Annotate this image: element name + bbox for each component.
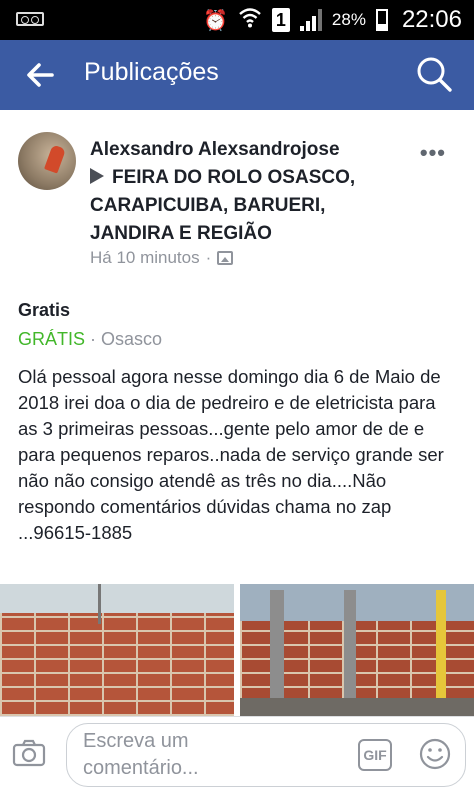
app-bar: Publicações xyxy=(0,40,474,110)
photo-privacy-icon xyxy=(217,251,234,265)
back-arrow-icon[interactable] xyxy=(26,62,54,88)
item-price: GRÁTIS xyxy=(18,329,86,349)
emoji-icon[interactable] xyxy=(418,737,452,771)
author-name[interactable]: Alexsandro Alexsandrojose xyxy=(90,139,340,160)
battery-percent: 28% xyxy=(331,10,366,29)
avatar[interactable] xyxy=(18,132,76,190)
price-location: GRÁTIS · Osasco xyxy=(18,329,162,350)
comment-input[interactable]: Escreva um comentário... xyxy=(66,723,466,787)
post-photos xyxy=(0,584,474,716)
item-location: Osasco xyxy=(101,329,163,349)
sim-icon: 1 xyxy=(271,8,290,32)
post-timestamp[interactable]: Há 10 minutos xyxy=(90,248,200,268)
item-title: Gratis xyxy=(18,300,71,320)
page-title: Publicações xyxy=(84,58,219,86)
ground-image xyxy=(240,698,474,716)
alarm-icon: ⏰ xyxy=(203,9,228,32)
status-icons: ⏰ 1 28% 22:06 xyxy=(203,4,462,36)
group-name[interactable]: FEIRA DO ROLO OSASCO, CARAPICUIBA, BARUE… xyxy=(90,167,355,244)
comment-bar: Escreva um comentário... GIF xyxy=(0,716,474,790)
post-header: Alexsandro Alexsandrojose FEIRA DO ROLO … xyxy=(90,136,410,248)
more-options-icon[interactable]: ••• xyxy=(420,140,446,166)
voicemail-icon xyxy=(16,12,44,26)
search-icon[interactable] xyxy=(414,54,454,94)
gif-button[interactable]: GIF xyxy=(358,739,392,771)
brick-wall-image xyxy=(0,613,234,716)
meta-separator: · xyxy=(205,248,212,267)
post-text: Olá pessoal agora nesse domingo dia 6 de… xyxy=(18,366,449,543)
comment-placeholder: Escreva um comentário... xyxy=(83,730,199,779)
location-separator: · xyxy=(85,329,102,349)
status-bar: ⏰ 1 28% 22:06 xyxy=(0,0,474,40)
post-photo-2[interactable] xyxy=(240,584,474,716)
battery-icon xyxy=(375,9,388,31)
pole-image xyxy=(98,584,101,624)
status-time: 22:06 xyxy=(401,6,462,33)
wifi-icon xyxy=(238,6,262,34)
signal-icon xyxy=(299,9,322,31)
post-photo-1[interactable] xyxy=(0,584,234,716)
post-meta: Há 10 minutos · xyxy=(90,248,234,268)
arrow-right-icon xyxy=(90,168,104,184)
camera-icon[interactable] xyxy=(12,739,46,767)
